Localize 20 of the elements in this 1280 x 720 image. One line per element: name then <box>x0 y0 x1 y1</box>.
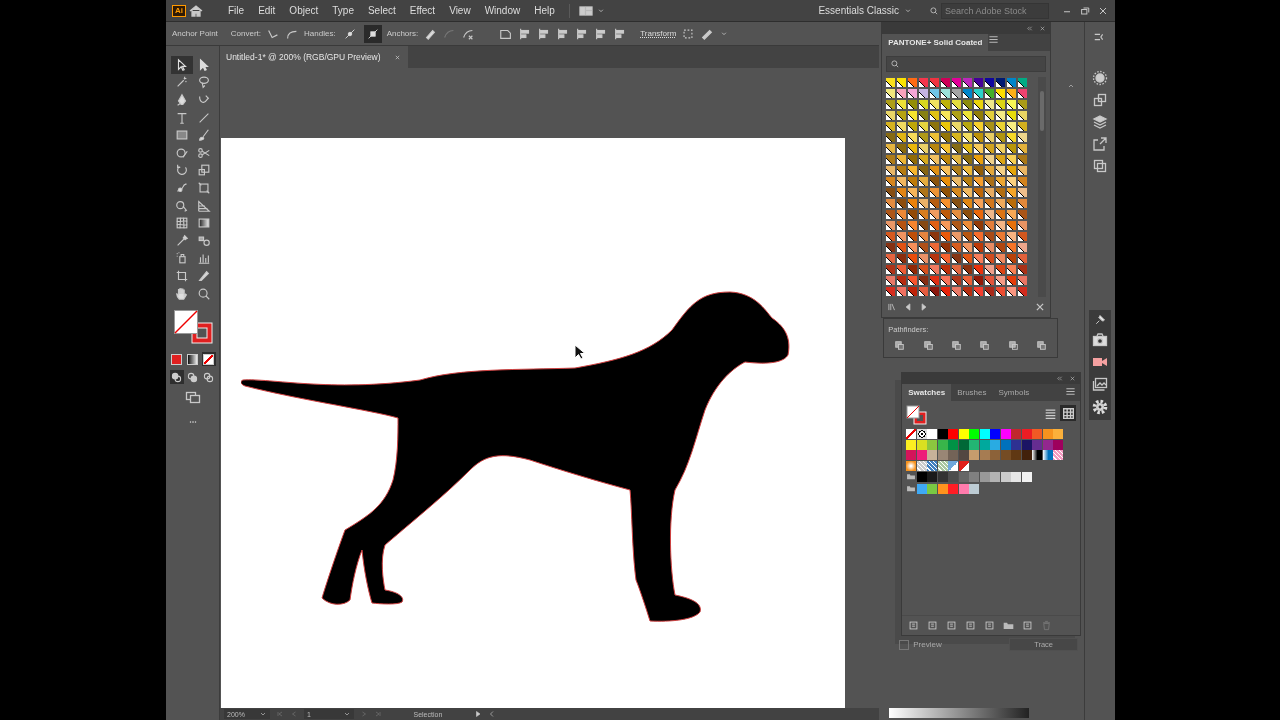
menu-item[interactable]: Object <box>283 3 325 18</box>
menu-item[interactable]: Edit <box>252 3 282 18</box>
menu-item[interactable]: Effect <box>403 3 442 18</box>
control-bar-title: Anchor Point <box>172 29 218 38</box>
menu-item[interactable]: Type <box>326 3 360 18</box>
menu-item[interactable]: View <box>443 3 477 18</box>
menu-item[interactable]: Help <box>528 3 561 18</box>
panel-tab[interactable]: Swatches <box>902 384 952 401</box>
handles-label: Handles: <box>304 29 336 38</box>
anchors-label: Anchors: <box>386 29 419 38</box>
workspace-switcher[interactable]: Essentials Classic <box>812 3 919 18</box>
panel-tab[interactable]: PANTONE+ Solid Coated <box>882 34 989 51</box>
menu-item[interactable]: Select <box>361 3 402 18</box>
menu-item[interactable]: Window <box>478 3 527 18</box>
document-tab[interactable]: Untitled-1* @ 200% (RGB/GPU Preview) <box>220 46 408 68</box>
convert-label: Convert: <box>230 29 262 38</box>
app-logo: Ai <box>172 4 186 17</box>
transform-link[interactable]: Transform <box>640 29 677 38</box>
menu-item[interactable]: File <box>222 3 251 18</box>
search-field[interactable]: Search Adobe Stock <box>941 2 1049 19</box>
